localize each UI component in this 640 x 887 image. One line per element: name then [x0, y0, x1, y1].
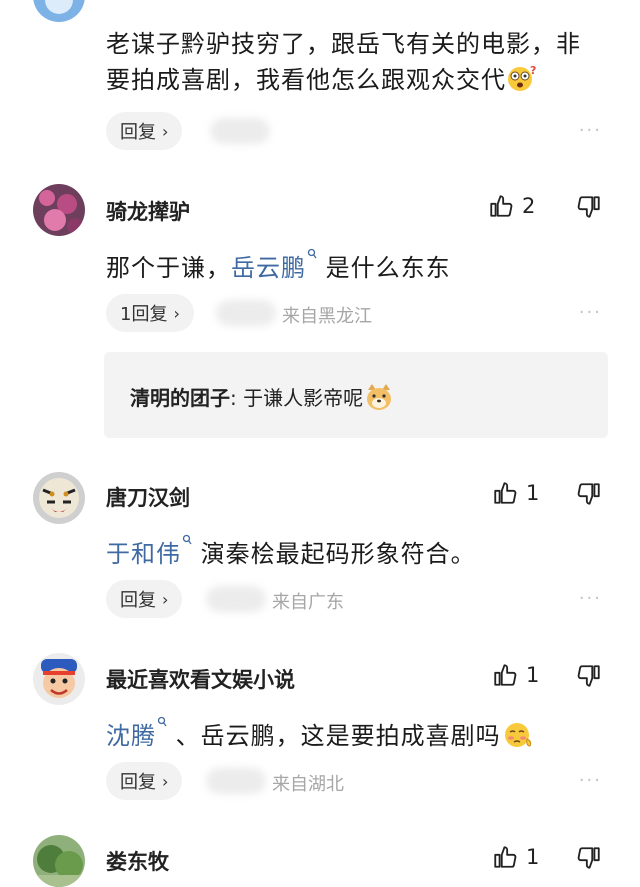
- location-label: 来自黑龙江: [282, 306, 372, 327]
- thumbs-up-icon: [494, 664, 517, 686]
- mention-link[interactable]: 于和伟: [106, 534, 192, 568]
- chevron-right-icon: ›: [173, 303, 180, 323]
- dislike-button[interactable]: [576, 663, 602, 693]
- reply-button[interactable]: 1回复 ›: [106, 294, 194, 332]
- chevron-right-icon: ›: [162, 121, 169, 141]
- dislike-button[interactable]: [576, 194, 602, 224]
- like-count: 2: [522, 194, 536, 218]
- reply-preview[interactable]: 清明的团子: 于谦人影帝呢: [104, 352, 608, 438]
- avatar[interactable]: [33, 653, 85, 705]
- location-label: 来自湖北: [272, 774, 344, 795]
- mention-link[interactable]: 岳云鹏: [231, 248, 317, 282]
- location-label: 来自广东: [272, 592, 344, 613]
- avatar[interactable]: [33, 835, 85, 887]
- username[interactable]: 唐刀汉剑: [106, 482, 190, 512]
- dislike-button[interactable]: [576, 845, 602, 875]
- like-count: 1: [526, 845, 540, 869]
- comment-text: 沈腾 、岳云鹏，这是要拍成喜剧吗: [106, 716, 535, 755]
- dislike-button[interactable]: [576, 481, 602, 511]
- surprised-emoji-icon: ?: [506, 63, 538, 99]
- like-button[interactable]: 1: [492, 844, 539, 870]
- thumbs-down-icon: [577, 483, 600, 505]
- thumbs-up-icon: [490, 195, 513, 217]
- search-mark-icon: [307, 248, 317, 259]
- more-options-button[interactable]: ···: [579, 302, 602, 323]
- like-button[interactable]: 1: [492, 662, 539, 688]
- chevron-right-icon: ›: [162, 771, 169, 791]
- search-mark-icon: [182, 534, 192, 545]
- more-options-button[interactable]: ···: [579, 770, 602, 791]
- reply-preview-text: 清明的团子: 于谦人影帝呢: [130, 382, 395, 417]
- username[interactable]: 娄东牧: [106, 846, 169, 876]
- svg-text:?: ?: [530, 64, 537, 77]
- comment-text-line2: 要拍成喜剧，我看他怎么跟观众交代 ?: [106, 60, 538, 99]
- mention-link[interactable]: 沈腾: [106, 716, 167, 750]
- avatar[interactable]: [33, 472, 85, 524]
- blurred-timestamp: [206, 768, 266, 794]
- thumbs-down-icon: [577, 196, 600, 218]
- thumbs-up-icon: [494, 846, 517, 868]
- more-options-button[interactable]: ···: [579, 588, 602, 609]
- thumbs-down-icon: [577, 665, 600, 687]
- embarrassed-emoji-icon: [501, 719, 535, 755]
- username[interactable]: 最近喜欢看文娱小说: [106, 664, 295, 694]
- avatar[interactable]: [33, 184, 85, 236]
- reply-button[interactable]: 回复 ›: [106, 580, 183, 618]
- like-count: 1: [526, 481, 540, 505]
- more-options-button[interactable]: ···: [579, 120, 602, 141]
- chevron-right-icon: ›: [162, 589, 169, 609]
- doge-emoji-icon: [363, 382, 395, 417]
- blurred-timestamp: [210, 118, 270, 144]
- thumbs-down-icon: [577, 847, 600, 869]
- like-button[interactable]: 2: [488, 193, 535, 219]
- avatar[interactable]: [33, 0, 85, 22]
- blurred-timestamp: [206, 586, 266, 612]
- reply-button[interactable]: 回复 ›: [106, 112, 183, 150]
- search-mark-icon: [157, 716, 167, 727]
- blurred-timestamp: [216, 300, 276, 326]
- comment-text: 于和伟 演秦桧最起码形象符合。: [106, 534, 476, 569]
- username[interactable]: 骑龙撵驴: [106, 196, 190, 226]
- reply-author[interactable]: 清明的团子: [130, 386, 230, 410]
- comment-text: 老谋子黔驴技穷了，跟岳飞有关的电影，非: [106, 30, 581, 58]
- like-button[interactable]: 1: [492, 480, 539, 506]
- like-count: 1: [526, 663, 540, 687]
- comment-text: 那个于谦，岳云鹏 是什么东东: [106, 248, 451, 283]
- thumbs-up-icon: [494, 482, 517, 504]
- reply-button[interactable]: 回复 ›: [106, 762, 183, 800]
